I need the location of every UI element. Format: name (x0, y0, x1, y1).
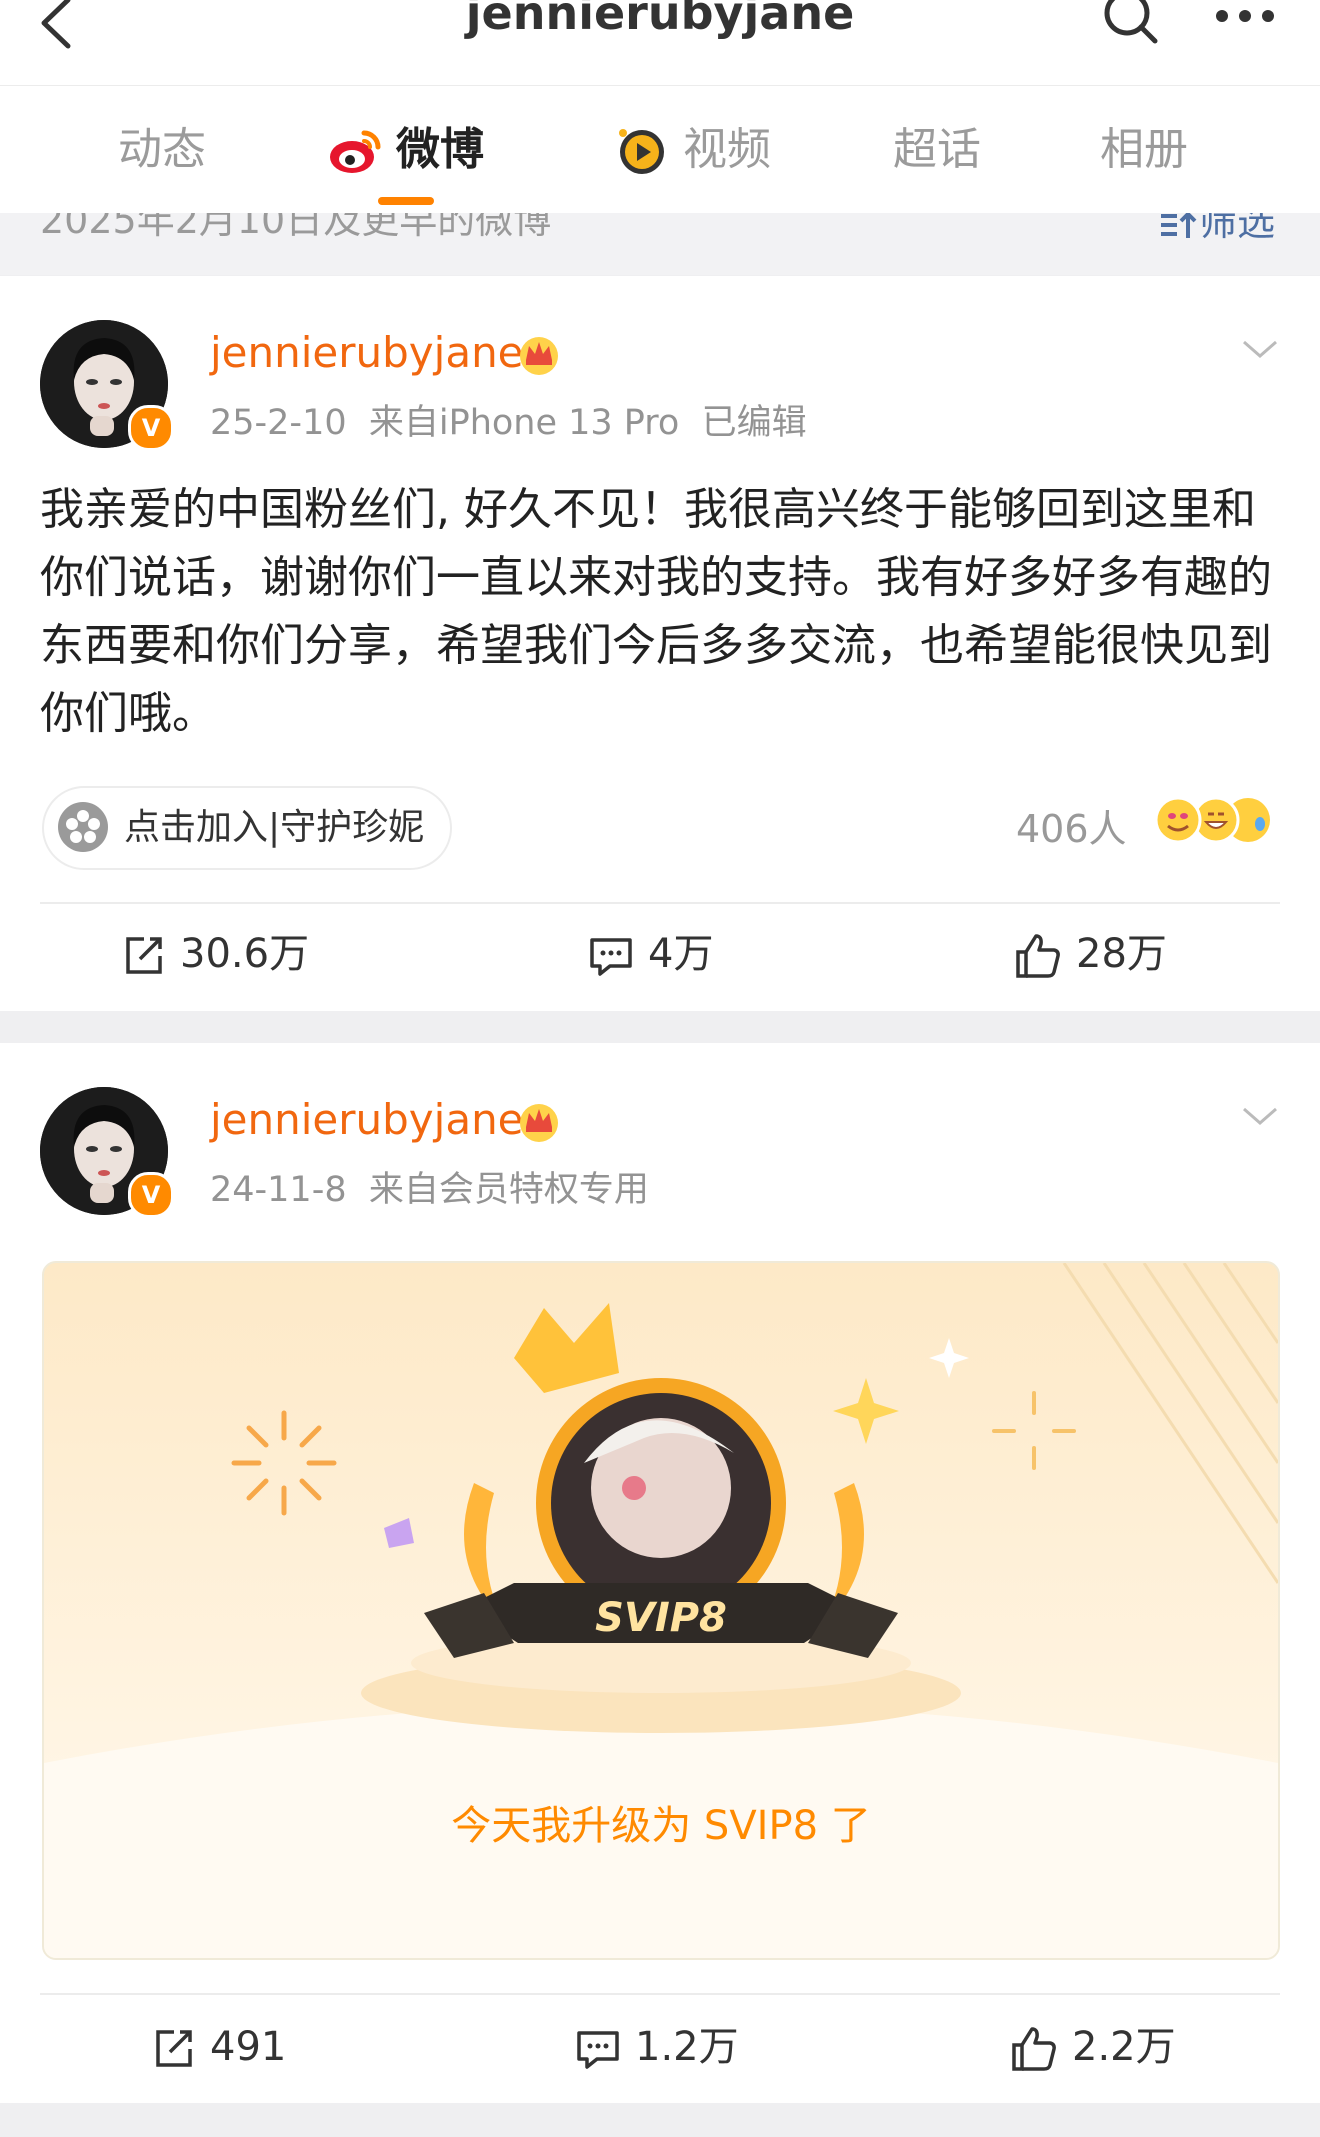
thumbs-up-icon (1012, 2027, 1056, 2071)
search-icon[interactable] (1100, 0, 1160, 46)
tab-weibo[interactable]: 微博 (328, 86, 484, 214)
crown-icon (520, 1104, 558, 1142)
comment-button[interactable]: 1.2万 (575, 2017, 739, 2077)
comment-button[interactable]: 4万 (588, 924, 713, 984)
svip-upgrade-card[interactable]: SVIP8 今天我升级为 SVIP8 了 (42, 1261, 1280, 1960)
tab-album[interactable]: 相册 (1100, 86, 1188, 214)
like-button[interactable]: 28万 (1014, 924, 1167, 984)
divider (40, 1993, 1280, 1995)
fan-group-button[interactable]: 点击加入|守护珍妮 (42, 786, 452, 870)
filter-button[interactable]: 筛选 (1159, 213, 1275, 246)
comment-icon (577, 2031, 619, 2069)
reaction-count: 406人 (1016, 807, 1127, 851)
post-meta: 25-2-10 来自iPhone 13 Pro 已编辑 (210, 403, 807, 443)
fan-group-icon (58, 802, 108, 852)
thumbs-up-icon (1016, 934, 1060, 978)
chevron-down-icon[interactable] (1240, 1101, 1280, 1131)
filter-date-label: 2025年2月10日及更早的微博 (40, 213, 552, 242)
tab-supertopic[interactable]: 超话 (893, 86, 981, 214)
post-card: V jennierubyjane 25-2-10 来自iPhone 13 Pro… (0, 276, 1320, 1011)
sort-icon (1160, 213, 1197, 238)
post-text: 我亲爱的中国粉丝们, 好久不见！我很高兴终于能够回到这里和你们说话，谢谢你们一直… (40, 484, 1272, 739)
repost-button[interactable]: 30.6万 (122, 924, 309, 984)
top-bar: jennierubyjane (0, 0, 1320, 85)
tab-video[interactable]: 视频 (613, 86, 771, 214)
post-username[interactable]: jennierubyjane (210, 1095, 524, 1144)
emoji-reactions-icon[interactable] (1148, 792, 1278, 848)
more-icon[interactable] (1210, 0, 1280, 46)
crown-icon (520, 337, 558, 375)
repost-icon (126, 937, 162, 974)
fan-group-label: 点击加入|守护珍妮 (124, 807, 425, 848)
post-card: V jennierubyjane 24-11-8 来自会员特权专用 SVIP8 … (0, 1043, 1320, 2103)
repost-icon (156, 2030, 192, 2067)
video-icon (619, 129, 664, 174)
comment-icon (590, 938, 632, 976)
post-username[interactable]: jennierubyjane (210, 328, 524, 377)
post-meta: 24-11-8 来自会员特权专用 (210, 1170, 649, 1210)
verified-badge: V (128, 405, 174, 451)
filter-bar: 2025年2月10日及更早的微博 筛选 (0, 213, 1320, 275)
chevron-down-icon[interactable] (1240, 334, 1280, 364)
profile-tabs: 动态 微博 视频 超话 相册 (0, 85, 1320, 214)
divider (40, 902, 1280, 904)
verified-badge: V (128, 1172, 174, 1218)
active-tab-indicator (378, 197, 434, 205)
svip-level-badge: SVIP8 (595, 1595, 727, 1641)
repost-button[interactable]: 491 (152, 2017, 286, 2077)
tab-dynamics[interactable]: 动态 (118, 86, 206, 214)
weibo-logo-icon (330, 130, 381, 173)
svip-card-caption: 今天我升级为 SVIP8 了 (451, 1803, 871, 1849)
like-button[interactable]: 2.2万 (1010, 2017, 1176, 2077)
